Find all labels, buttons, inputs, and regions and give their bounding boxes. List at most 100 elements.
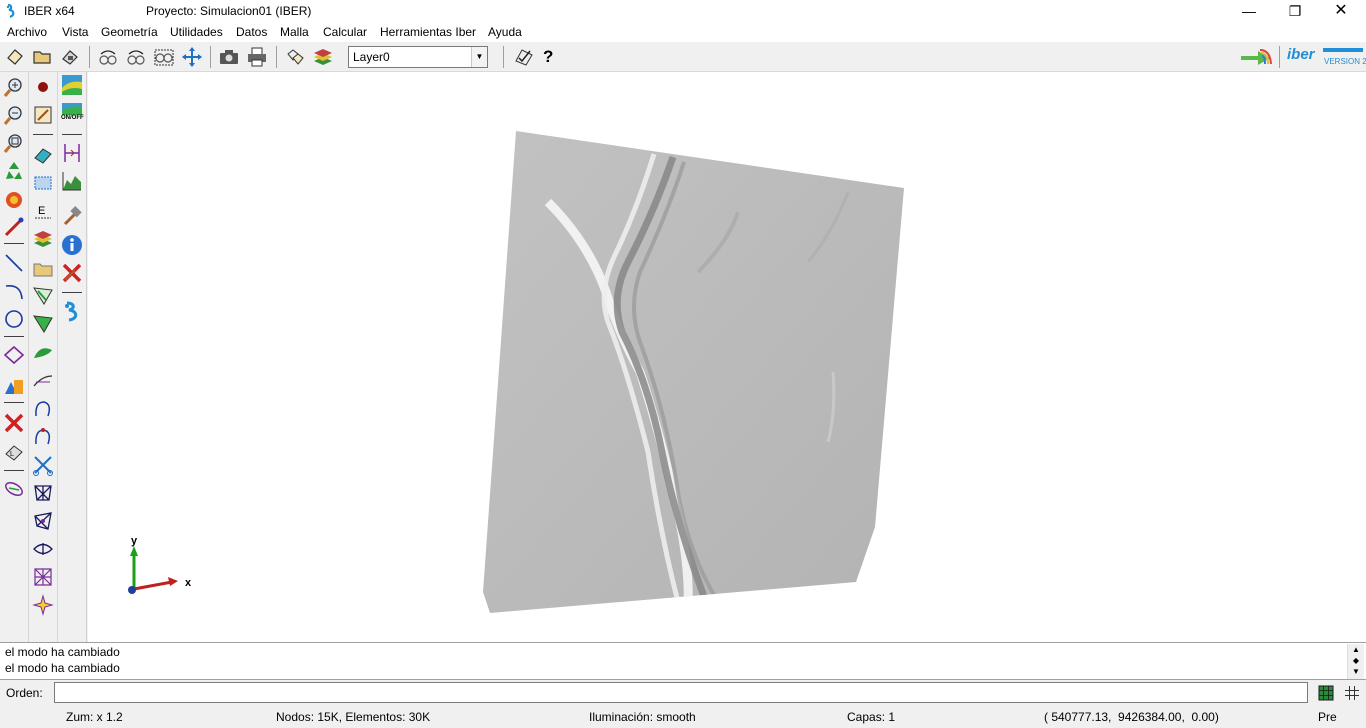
left-toolbar: L E ON/OFF	[0, 72, 87, 642]
zoom-frame-icon[interactable]	[153, 46, 175, 68]
scroll-down-icon[interactable]: ▼	[1350, 667, 1362, 677]
circle-icon[interactable]	[3, 308, 25, 330]
lasso-1-icon[interactable]	[32, 398, 54, 420]
menu-herramientas[interactable]: Herramientas Iber	[380, 25, 476, 39]
check-edit-icon[interactable]	[513, 46, 535, 68]
menu-geometria[interactable]: Geometría	[101, 25, 158, 39]
log-scrollbar[interactable]: ▲ ◆ ▼	[1347, 644, 1364, 679]
folder-icon[interactable]	[32, 258, 54, 280]
menu-archivo[interactable]: Archivo	[7, 25, 47, 39]
maximize-button[interactable]: ❐	[1272, 0, 1318, 22]
help-icon[interactable]: ?	[543, 47, 553, 67]
menu-malla[interactable]: Malla	[280, 25, 309, 39]
command-input[interactable]	[54, 682, 1308, 703]
select-rect-icon[interactable]	[32, 172, 54, 194]
rainbow-arrow-icon[interactable]	[1240, 48, 1272, 68]
mesh-star-icon[interactable]	[32, 594, 54, 616]
dimension-icon[interactable]	[61, 142, 83, 164]
edit-note-icon[interactable]	[32, 104, 54, 126]
on-off-map-icon	[62, 103, 82, 115]
status-lighting: Iluminación: smooth	[589, 710, 696, 724]
open-folder-icon[interactable]	[31, 46, 53, 68]
brand-bar	[1323, 48, 1363, 52]
measure-pencil-icon[interactable]	[3, 216, 25, 238]
zoom-in-icon[interactable]	[3, 76, 25, 98]
info-icon[interactable]	[61, 234, 83, 256]
snap-grid-icon[interactable]	[1344, 685, 1360, 701]
mesh-4-icon[interactable]	[32, 566, 54, 588]
command-bar: Orden:	[0, 680, 1366, 706]
hammer-icon[interactable]	[61, 206, 83, 228]
rotate-left-icon[interactable]	[97, 46, 119, 68]
solid-shapes-icon[interactable]	[3, 374, 25, 396]
status-mode: Pre	[1318, 710, 1337, 724]
terrain-surface	[483, 131, 904, 613]
lasso-2-icon[interactable]	[32, 426, 54, 448]
new-file-icon[interactable]	[4, 46, 26, 68]
profile-chart-icon[interactable]	[61, 170, 83, 192]
status-zoom: Zum: x 1.2	[66, 710, 123, 724]
mesh-2-icon[interactable]	[32, 510, 54, 532]
close-button[interactable]: ✕	[1318, 0, 1364, 22]
copy-pages-icon[interactable]	[284, 46, 306, 68]
eraser-icon[interactable]	[32, 144, 54, 166]
toolbar-separator	[4, 336, 24, 337]
column-divider	[57, 72, 58, 642]
scroll-thumb-icon[interactable]: ◆	[1350, 656, 1362, 666]
layers-icon[interactable]	[312, 46, 334, 68]
arc-icon[interactable]	[3, 280, 25, 302]
curve-arrow-icon[interactable]	[32, 370, 54, 392]
scroll-up-icon[interactable]: ▲	[1350, 645, 1362, 655]
swap-ellipse-icon[interactable]	[3, 478, 25, 500]
rotate-right-icon[interactable]	[125, 46, 147, 68]
mesh-3-icon[interactable]	[32, 538, 54, 560]
svg-text:L: L	[10, 451, 14, 458]
minimize-button[interactable]: —	[1226, 0, 1272, 22]
toolbar-separator	[89, 46, 90, 68]
menu-calcular[interactable]: Calcular	[323, 25, 367, 39]
on-off-label: ON/OFF	[61, 115, 84, 121]
mesh-1-icon[interactable]	[32, 482, 54, 504]
pan-arrows-icon[interactable]	[181, 46, 203, 68]
camera-icon[interactable]	[218, 46, 240, 68]
iber-logo-icon[interactable]	[61, 300, 83, 322]
iber-brand-logo: iber	[1287, 46, 1315, 63]
red-dot-icon[interactable]	[32, 76, 54, 98]
recycle-icon[interactable]	[3, 160, 25, 182]
colored-map-icon[interactable]	[61, 74, 83, 96]
green-leaf-icon[interactable]	[32, 342, 54, 364]
graphics-viewport[interactable]: y x	[88, 72, 1366, 642]
log-line: el modo ha cambiado	[5, 645, 120, 659]
printer-icon[interactable]	[246, 46, 268, 68]
list-entities-icon[interactable]: L	[3, 442, 25, 464]
toolbar-separator	[503, 46, 504, 68]
zoom-frame-icon[interactable]	[3, 132, 25, 154]
nurbs-surface-icon[interactable]	[3, 344, 25, 366]
on-off-icon[interactable]: ON/OFF	[61, 102, 84, 124]
scissors-icon[interactable]	[32, 454, 54, 476]
app-title: IBER x64	[24, 4, 75, 18]
axes-indicator	[128, 546, 178, 594]
axis-y-label: y	[131, 535, 138, 547]
select-triangle-1-icon[interactable]	[32, 284, 54, 306]
cross-tool-icon[interactable]	[61, 262, 83, 284]
grid-toggle-icon[interactable]	[1318, 685, 1334, 701]
fire-render-icon[interactable]	[3, 188, 25, 210]
title-bar: IBER x64 Proyecto: Simulacion01 (IBER) —…	[0, 0, 1366, 22]
select-triangle-2-icon[interactable]	[32, 312, 54, 334]
edit-text-icon[interactable]: E	[32, 200, 54, 222]
menu-utilidades[interactable]: Utilidades	[170, 25, 223, 39]
iber-brand: iber VERSION 2	[1287, 46, 1366, 70]
brand-version: VERSION 2	[1324, 57, 1366, 66]
menu-datos[interactable]: Datos	[236, 25, 267, 39]
layers-stack-icon[interactable]	[32, 228, 54, 250]
layer-select[interactable]: Layer0 ▼	[348, 46, 488, 68]
zoom-out-icon[interactable]	[3, 104, 25, 126]
chevron-down-icon[interactable]: ▼	[471, 47, 487, 67]
line-icon[interactable]	[3, 252, 25, 274]
save-disk-icon[interactable]	[59, 46, 81, 68]
menu-ayuda[interactable]: Ayuda	[488, 25, 522, 39]
menu-vista[interactable]: Vista	[62, 25, 88, 39]
toolbar-separator	[210, 46, 211, 68]
delete-x-icon[interactable]	[3, 412, 25, 434]
